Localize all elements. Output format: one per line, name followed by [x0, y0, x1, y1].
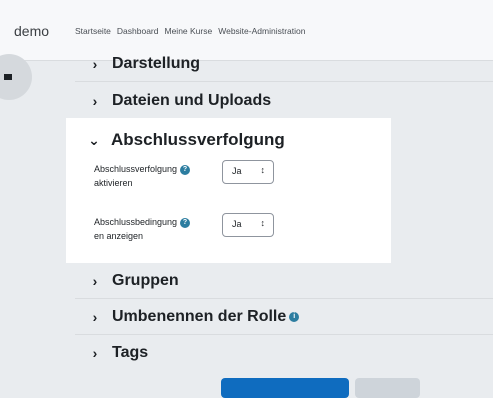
section-divider: [75, 81, 493, 82]
top-navbar: demo Startseite Dashboard Meine Kurse We…: [0, 0, 493, 61]
nav-link-meine-kurse[interactable]: Meine Kurse: [165, 26, 213, 36]
chevron-right-icon: ›: [92, 93, 98, 109]
section-divider: [75, 298, 493, 299]
label-line: Abschlussverfolgung: [94, 164, 178, 174]
section-title: Gruppen: [112, 272, 179, 289]
section-divider: [75, 334, 493, 335]
primary-navigation: Startseite Dashboard Meine Kurse Website…: [75, 26, 305, 36]
updown-caret-icon: ↕: [260, 165, 266, 175]
section-dateien-und-uploads[interactable]: › Dateien und Uploads: [88, 92, 271, 110]
section-title: Dateien und Uploads: [112, 92, 272, 109]
section-umbenennen-der-rolle[interactable]: › Umbenennen der Rolle i: [88, 308, 300, 326]
chevron-down-icon: ⌄: [88, 131, 100, 148]
section-darstellung[interactable]: › Darstellung: [88, 55, 200, 73]
question-circle-icon[interactable]: ?: [180, 164, 191, 175]
section-gruppen[interactable]: › Gruppen: [88, 272, 179, 290]
site-brand[interactable]: demo: [14, 23, 49, 39]
save-button[interactable]: [221, 378, 349, 398]
label-line: aktivieren: [94, 178, 133, 188]
select-abschlussbedingungen-anzeigen[interactable]: Ja ↕: [222, 213, 274, 237]
updown-caret-icon: ↕: [260, 218, 266, 228]
question-circle-icon[interactable]: ?: [180, 217, 191, 228]
chevron-right-icon: ›: [92, 273, 98, 289]
chevron-right-icon: ›: [92, 56, 98, 72]
label-line: Abschlussbedingung: [94, 217, 178, 227]
section-title: Abschlussverfolgung: [111, 130, 285, 149]
section-title: Umbenennen der Rolle: [112, 308, 287, 325]
field-label-abschlussverfolgung-aktivieren: Abschlussverfolgung? aktivieren: [94, 162, 206, 190]
section-abschlussverfolgung-expanded: ⌄ Abschlussverfolgung Abschlussverfolgun…: [66, 118, 391, 263]
select-value: Ja: [232, 219, 242, 229]
label-line: en anzeigen: [94, 231, 144, 241]
nav-link-startseite[interactable]: Startseite: [75, 26, 111, 36]
info-circle-icon[interactable]: i: [289, 312, 300, 322]
chevron-right-icon: ›: [92, 309, 98, 325]
nav-link-dashboard[interactable]: Dashboard: [117, 26, 159, 36]
select-value: Ja: [232, 166, 242, 176]
chevron-right-icon: ›: [92, 345, 98, 361]
section-title: Tags: [112, 344, 149, 361]
section-tags[interactable]: › Tags: [88, 344, 149, 362]
nav-link-website-administration[interactable]: Website-Administration: [218, 26, 305, 36]
field-label-abschlussbedingungen-anzeigen: Abschlussbedingung? en anzeigen: [94, 215, 206, 243]
section-title: Darstellung: [112, 55, 201, 72]
cancel-button[interactable]: [355, 378, 420, 398]
section-abschlussverfolgung-header[interactable]: ⌄ Abschlussverfolgung: [87, 130, 285, 150]
select-abschlussverfolgung-aktivieren[interactable]: Ja ↕: [222, 160, 274, 184]
drawer-icon: [4, 74, 12, 80]
